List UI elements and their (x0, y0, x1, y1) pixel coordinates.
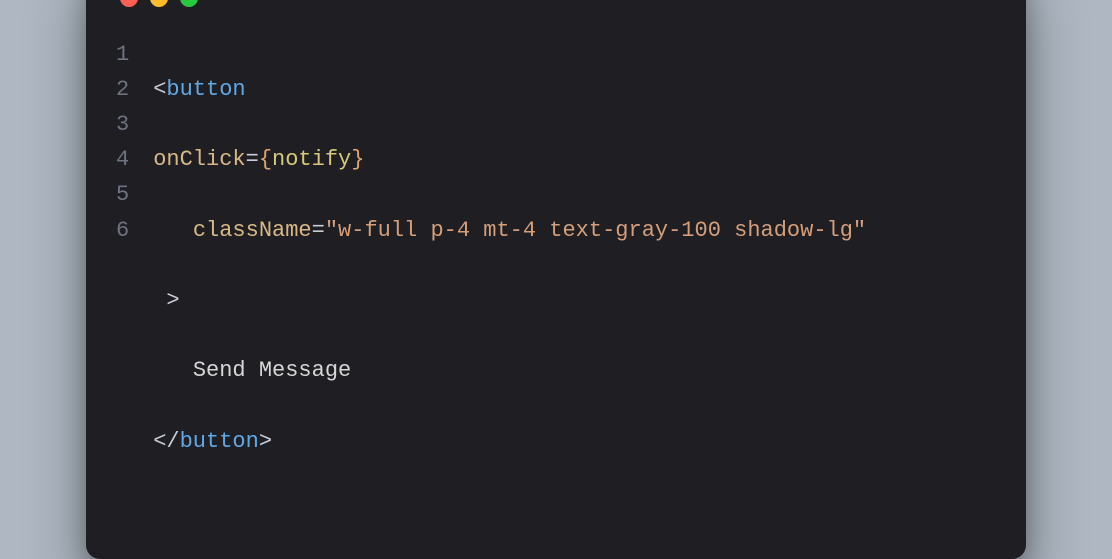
window-minimize-icon[interactable] (150, 0, 168, 7)
token-attr: onClick (153, 147, 245, 172)
line-number: 3 (116, 107, 129, 142)
token-text: Send Message (193, 358, 351, 383)
token-tag: button (180, 429, 259, 454)
line-number: 6 (116, 213, 129, 248)
token-attr: className (193, 218, 312, 243)
code-line: > (153, 283, 996, 318)
code-line: className="w-full p-4 mt-4 text-gray-100… (153, 213, 996, 248)
token-punct: < (153, 77, 166, 102)
line-number: 4 (116, 142, 129, 177)
editor-window: 1 2 3 4 5 6 <button onClick={notify} cla… (86, 0, 1026, 559)
code-area[interactable]: 1 2 3 4 5 6 <button onClick={notify} cla… (116, 37, 996, 530)
code-line: Send Message (153, 353, 996, 388)
token-string: "w-full p-4 mt-4 text-gray-100 shadow-lg… (325, 218, 866, 243)
token-eq: = (312, 218, 325, 243)
code-line: <button (153, 72, 996, 107)
window-zoom-icon[interactable] (180, 0, 198, 7)
token-indent (153, 218, 193, 243)
line-number: 5 (116, 177, 129, 212)
code-content[interactable]: <button onClick={notify} className="w-fu… (153, 37, 996, 530)
window-close-icon[interactable] (120, 0, 138, 7)
window-titlebar (116, 0, 996, 7)
token-indent (153, 288, 166, 313)
line-number: 1 (116, 37, 129, 72)
token-brace: } (351, 147, 364, 172)
token-tag: button (166, 77, 245, 102)
code-line: onClick={notify} (153, 142, 996, 177)
token-punct: > (259, 429, 272, 454)
line-number: 2 (116, 72, 129, 107)
token-punct: > (166, 288, 179, 313)
token-ident: notify (272, 147, 351, 172)
token-brace: { (259, 147, 272, 172)
code-line: </button> (153, 424, 996, 459)
line-gutter: 1 2 3 4 5 6 (116, 37, 153, 530)
token-eq: = (246, 147, 259, 172)
token-indent (153, 358, 193, 383)
token-punct: </ (153, 429, 179, 454)
